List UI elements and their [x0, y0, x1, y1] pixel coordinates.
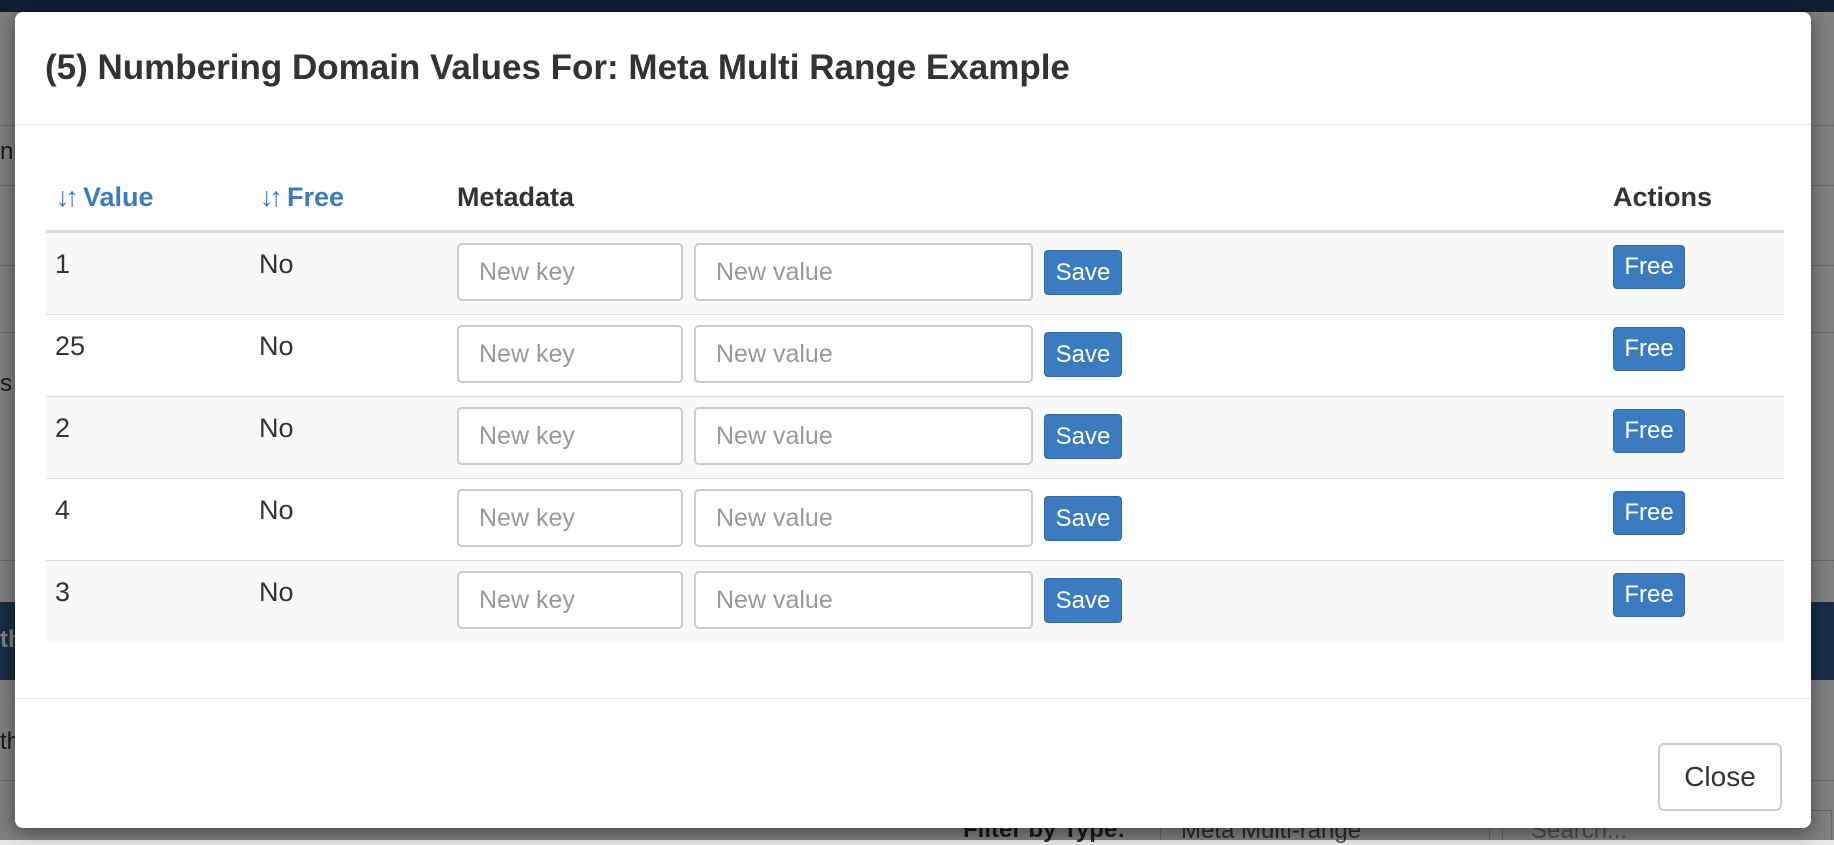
- column-header-free[interactable]: ↓↑ Free: [260, 182, 344, 213]
- free-value-button[interactable]: Free: [1613, 327, 1685, 371]
- close-button[interactable]: Close: [1658, 743, 1782, 811]
- table-row: 2 No Save Free: [46, 397, 1784, 479]
- metadata-key-input[interactable]: [457, 243, 683, 301]
- cell-free: No: [259, 413, 294, 443]
- sort-icon: ↓↑: [56, 182, 79, 212]
- column-label-value: Value: [83, 182, 154, 212]
- cell-value: 2: [55, 413, 71, 443]
- save-metadata-button[interactable]: Save: [1044, 332, 1122, 377]
- free-value-button[interactable]: Free: [1613, 409, 1685, 453]
- table-row: 3 No Save Free: [46, 561, 1784, 642]
- metadata-value-input[interactable]: [694, 571, 1033, 629]
- save-metadata-button[interactable]: Save: [1044, 496, 1122, 541]
- column-header-value[interactable]: ↓↑ Value: [56, 182, 154, 213]
- metadata-value-input[interactable]: [694, 325, 1033, 383]
- save-metadata-button[interactable]: Save: [1044, 250, 1122, 295]
- cell-free: No: [259, 495, 294, 525]
- free-value-button[interactable]: Free: [1613, 573, 1685, 617]
- save-metadata-button[interactable]: Save: [1044, 414, 1122, 459]
- values-table: ↓↑Value ↓↑Free Metadata Actions 1 No Sav…: [46, 162, 1784, 642]
- metadata-key-input[interactable]: [457, 571, 683, 629]
- column-header-metadata: Metadata: [457, 182, 575, 212]
- modal-header: (5) Numbering Domain Values For: Meta Mu…: [15, 12, 1811, 125]
- table-row: 1 No Save Free: [46, 233, 1784, 315]
- metadata-value-input[interactable]: [694, 489, 1033, 547]
- free-value-button[interactable]: Free: [1613, 245, 1685, 289]
- metadata-key-input[interactable]: [457, 489, 683, 547]
- cell-free: No: [259, 577, 294, 607]
- cell-value: 4: [55, 495, 71, 525]
- metadata-key-input[interactable]: [457, 407, 683, 465]
- column-header-actions: Actions: [1613, 182, 1713, 212]
- metadata-value-input[interactable]: [694, 243, 1033, 301]
- cell-free: No: [259, 249, 294, 279]
- column-label-free: Free: [287, 182, 345, 212]
- modal-footer: Close: [15, 698, 1811, 829]
- cell-value: 1: [55, 249, 71, 279]
- table-row: 25 No Save Free: [46, 315, 1784, 397]
- modal-title: (5) Numbering Domain Values For: Meta Mu…: [45, 48, 1070, 87]
- cell-value: 3: [55, 577, 71, 607]
- metadata-key-input[interactable]: [457, 325, 683, 383]
- numbering-domain-values-modal: (5) Numbering Domain Values For: Meta Mu…: [15, 12, 1811, 828]
- cell-free: No: [259, 331, 294, 361]
- sort-icon: ↓↑: [260, 182, 283, 212]
- free-value-button[interactable]: Free: [1613, 491, 1685, 535]
- table-row: 4 No Save Free: [46, 479, 1784, 561]
- cell-value: 25: [55, 331, 86, 361]
- save-metadata-button[interactable]: Save: [1044, 578, 1122, 623]
- metadata-value-input[interactable]: [694, 407, 1033, 465]
- table-header: ↓↑ Value ↓↑ Free Metadata Actions: [46, 162, 1784, 233]
